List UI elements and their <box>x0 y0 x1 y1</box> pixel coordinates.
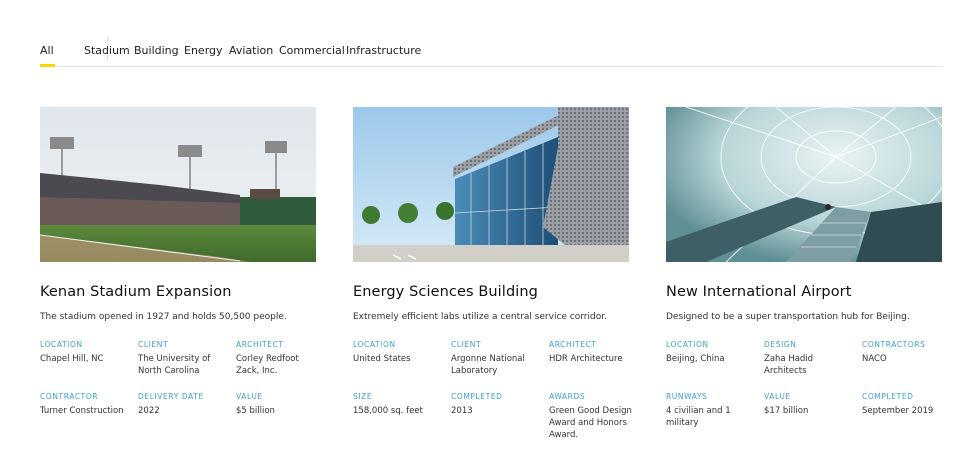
tab-commercial[interactable]: Commercial <box>279 44 345 57</box>
detail-label: LOCATION <box>40 340 83 349</box>
detail-value-amount: VALUE $5 billion <box>236 392 324 417</box>
tab-stadium[interactable]: Stadium <box>84 44 130 57</box>
detail-runways: RUNWAYS 4 civilian and 1 military <box>666 392 754 429</box>
detail-client: CLIENT Argonne National Laboratory <box>451 340 539 377</box>
project-title[interactable]: Kenan Stadium Expansion <box>40 284 231 300</box>
detail-label: LOCATION <box>353 340 396 349</box>
detail-value: Chapel Hill, NC <box>40 354 104 364</box>
detail-value: $17 billion <box>764 406 809 416</box>
detail-value: Corley Redfoot Zack, Inc. <box>236 354 299 376</box>
project-title[interactable]: Energy Sciences Building <box>353 284 538 300</box>
detail-value: 2013 <box>451 406 473 416</box>
airport-photo[interactable] <box>666 107 942 262</box>
detail-label: DESIGN <box>764 340 797 349</box>
detail-value: NACO <box>862 354 887 364</box>
building-photo[interactable] <box>353 107 629 262</box>
tab-aviation[interactable]: Aviation <box>229 44 273 57</box>
detail-location: LOCATION Chapel Hill, NC <box>40 340 128 365</box>
detail-value: HDR Architecture <box>549 354 623 364</box>
detail-awards: AWARDS Green Good Design Award and Honor… <box>549 392 637 441</box>
filter-tabs: All Stadium Building Energy Aviation Com… <box>40 36 942 67</box>
detail-label: CLIENT <box>138 340 169 349</box>
detail-completed: COMPLETED 2013 <box>451 392 539 417</box>
detail-contractor: CONTRACTOR Turner Construction <box>40 392 128 417</box>
detail-value: 2022 <box>138 406 160 416</box>
detail-value: Turner Construction <box>40 406 124 416</box>
detail-location: LOCATION Beijing, China <box>666 340 754 365</box>
detail-label: RUNWAYS <box>666 392 708 401</box>
detail-value: Zaha Hadid Architects <box>764 354 814 376</box>
project-card[interactable]: Energy Sciences Building Extremely effic… <box>353 107 632 440</box>
detail-size: SIZE 158,000 sq. feet <box>353 392 441 417</box>
detail-design: DESIGN Zaha Hadid Architects <box>764 340 852 377</box>
project-card[interactable]: New International Airport Designed to be… <box>666 107 942 428</box>
detail-label: CLIENT <box>451 340 482 349</box>
project-title[interactable]: New International Airport <box>666 284 852 300</box>
detail-label: VALUE <box>764 392 791 401</box>
detail-label: ARCHITECT <box>549 340 597 349</box>
detail-label: ARCHITECT <box>236 340 284 349</box>
detail-value: $5 billion <box>236 406 275 416</box>
stadium-photo[interactable] <box>40 107 316 262</box>
detail-label: AWARDS <box>549 392 586 401</box>
detail-location: LOCATION United States <box>353 340 441 365</box>
detail-label: VALUE <box>236 392 263 401</box>
detail-value: 158,000 sq. feet <box>353 406 423 416</box>
detail-label: CONTRACTOR <box>40 392 99 401</box>
detail-delivery-date: DELIVERY DATE 2022 <box>138 392 226 417</box>
detail-label: DELIVERY DATE <box>138 392 204 401</box>
detail-contractors: CONTRACTORS NACO <box>862 340 950 365</box>
project-description: The stadium opened in 1927 and holds 50,… <box>40 312 287 322</box>
detail-value: Beijing, China <box>666 354 725 364</box>
detail-value: The University of North Carolina <box>138 354 211 376</box>
detail-value: September 2019 <box>862 406 934 416</box>
tab-building[interactable]: Building <box>134 44 179 57</box>
detail-value: 4 civilian and 1 military <box>666 406 731 428</box>
tab-energy[interactable]: Energy <box>184 44 223 57</box>
detail-label: COMPLETED <box>451 392 503 401</box>
detail-value-amount: VALUE $17 billion <box>764 392 852 417</box>
detail-completed: COMPLETED September 2019 <box>862 392 950 417</box>
detail-label: CONTRACTORS <box>862 340 926 349</box>
detail-value: Green Good Design Award and Honors Award… <box>549 406 632 440</box>
detail-architect: ARCHITECT Corley Redfoot Zack, Inc. <box>236 340 324 377</box>
detail-label: LOCATION <box>666 340 709 349</box>
detail-client: CLIENT The University of North Carolina <box>138 340 226 377</box>
tab-all[interactable]: All <box>40 44 55 67</box>
project-description: Extremely efficient labs utilize a centr… <box>353 312 607 322</box>
detail-label: SIZE <box>353 392 373 401</box>
project-description: Designed to be a super transportation hu… <box>666 312 910 322</box>
project-card[interactable]: Kenan Stadium Expansion The stadium open… <box>40 107 316 416</box>
detail-value: United States <box>353 354 411 364</box>
detail-label: COMPLETED <box>862 392 914 401</box>
detail-architect: ARCHITECT HDR Architecture <box>549 340 637 365</box>
detail-value: Argonne National Laboratory <box>451 354 525 376</box>
tab-infrastructure[interactable]: Infrastructure <box>346 44 421 57</box>
